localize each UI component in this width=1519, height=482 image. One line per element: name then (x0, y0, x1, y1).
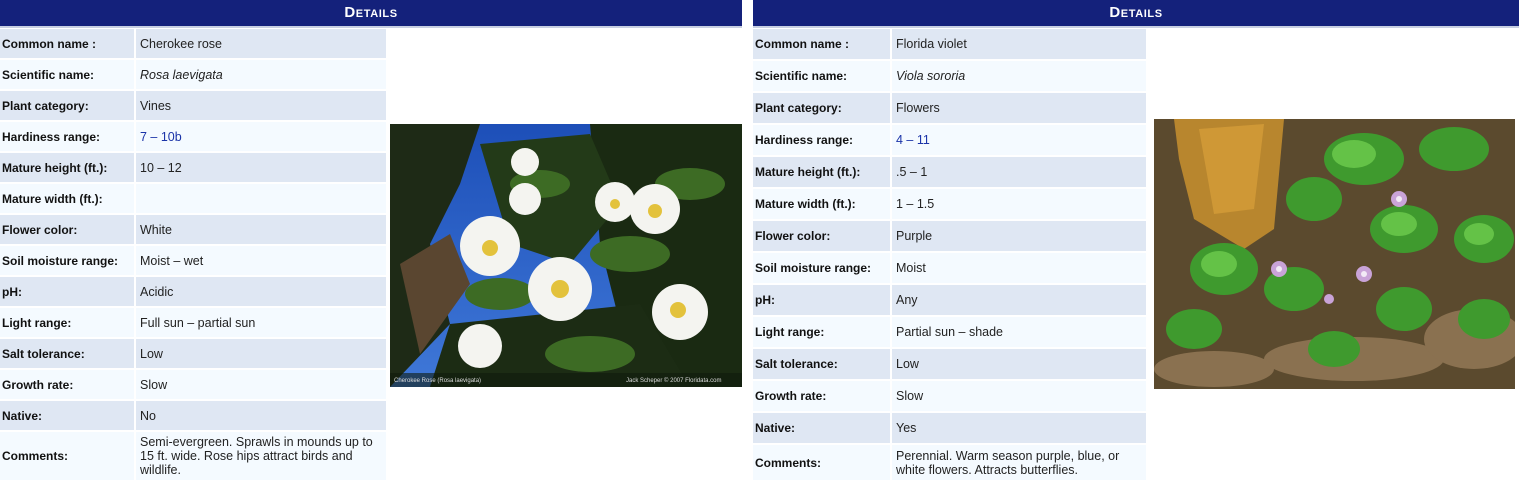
florida-violet-image (1154, 119, 1515, 389)
mature-width-ft-value (136, 184, 386, 213)
row-mature-height-ft: Mature height (ft.): .5 – 1 (753, 157, 1146, 187)
ph-value: Any (892, 285, 1146, 315)
salt-tolerance-label: Salt tolerance: (753, 349, 890, 379)
row-growth-rate: Growth rate: Slow (0, 370, 386, 399)
scientific-name-label: Scientific name: (753, 61, 890, 91)
row-hardiness-range: Hardiness range: 7 – 10b (0, 122, 386, 151)
details-table: Common name : Florida violet Scientific na… (753, 29, 1146, 482)
plant-details-panel-florida-violet: Details Common name : Florida violet Scien… (753, 0, 1519, 482)
row-mature-height-ft: Mature height (ft.): 10 – 12 (0, 153, 386, 182)
row-scientific-name: Scientific name: Viola sororia (753, 61, 1146, 91)
row-common-name: Common name : Florida violet (753, 29, 1146, 59)
mature-height-ft-value: 10 – 12 (136, 153, 386, 182)
soil-moisture-range-value: Moist – wet (136, 246, 386, 275)
common-name-label: Common name : (0, 29, 134, 58)
common-name-label: Common name : (753, 29, 890, 59)
soil-moisture-range-value: Moist (892, 253, 1146, 283)
row-plant-category: Plant category: Vines (0, 91, 386, 120)
common-name-value: Florida violet (892, 29, 1146, 59)
flower-color-label: Flower color: (753, 221, 890, 251)
comments-label: Comments: (0, 432, 134, 480)
plant-category-label: Plant category: (753, 93, 890, 123)
plant-category-value: Flowers (892, 93, 1146, 123)
ph-label: pH: (0, 277, 134, 306)
ph-value: Acidic (136, 277, 386, 306)
growth-rate-label: Growth rate: (753, 381, 890, 411)
flower-color-value: Purple (892, 221, 1146, 251)
mature-width-ft-label: Mature width (ft.): (0, 184, 134, 213)
row-native: Native: Yes (753, 413, 1146, 443)
comments-label: Comments: (753, 445, 890, 480)
row-soil-moisture-range: Soil moisture range: Moist – wet (0, 246, 386, 275)
flower-color-value: White (136, 215, 386, 244)
plant-details-panel-cherokee-rose: Details Common name : Cherokee rose Scient… (0, 0, 742, 482)
salt-tolerance-value: Low (136, 339, 386, 368)
cherokee-rose-photo: Cherokee Rose (Rosa laevigata) Jack Sche… (390, 124, 742, 387)
row-native: Native: No (0, 401, 386, 430)
light-range-label: Light range: (753, 317, 890, 347)
soil-moisture-range-label: Soil moisture range: (753, 253, 890, 283)
row-comments: Comments: Semi-evergreen. Sprawls in moun… (0, 432, 386, 480)
florida-violet-photo (1154, 119, 1515, 389)
ph-label: pH: (753, 285, 890, 315)
row-hardiness-range: Hardiness range: 4 – 11 (753, 125, 1146, 155)
plant-category-value: Vines (136, 91, 386, 120)
row-flower-color: Flower color: White (0, 215, 386, 244)
growth-rate-label: Growth rate: (0, 370, 134, 399)
mature-height-ft-label: Mature height (ft.): (753, 157, 890, 187)
comments-value: Perennial. Warm season purple, blue, or … (892, 445, 1146, 480)
light-range-value: Partial sun – shade (892, 317, 1146, 347)
row-plant-category: Plant category: Flowers (753, 93, 1146, 123)
row-growth-rate: Growth rate: Slow (753, 381, 1146, 411)
hardiness-range-label: Hardiness range: (753, 125, 890, 155)
row-light-range: Light range: Partial sun – shade (753, 317, 1146, 347)
mature-height-ft-value: .5 – 1 (892, 157, 1146, 187)
row-comments: Comments: Perennial. Warm season purple, … (753, 445, 1146, 480)
row-ph: pH: Any (753, 285, 1146, 315)
row-salt-tolerance: Salt tolerance: Low (0, 339, 386, 368)
hardiness-range-label: Hardiness range: (0, 122, 134, 151)
flower-color-label: Flower color: (0, 215, 134, 244)
salt-tolerance-label: Salt tolerance: (0, 339, 134, 368)
row-salt-tolerance: Salt tolerance: Low (753, 349, 1146, 379)
native-value: Yes (892, 413, 1146, 443)
row-flower-color: Flower color: Purple (753, 221, 1146, 251)
light-range-label: Light range: (0, 308, 134, 337)
soil-moisture-range-label: Soil moisture range: (0, 246, 134, 275)
growth-rate-value: Slow (136, 370, 386, 399)
native-label: Native: (0, 401, 134, 430)
light-range-value: Full sun – partial sun (136, 308, 386, 337)
mature-width-ft-label: Mature width (ft.): (753, 189, 890, 219)
details-table: Common name : Cherokee rose Scientific nam… (0, 29, 386, 482)
cherokee-rose-image: Cherokee Rose (Rosa laevigata) Jack Sche… (390, 124, 742, 387)
mature-width-ft-value: 1 – 1.5 (892, 189, 1146, 219)
hardiness-range-value[interactable]: 7 – 10b (136, 122, 386, 151)
details-header: Details (0, 0, 742, 28)
row-mature-width-ft: Mature width (ft.): (0, 184, 386, 213)
hardiness-range-value[interactable]: 4 – 11 (892, 125, 1146, 155)
salt-tolerance-value: Low (892, 349, 1146, 379)
native-label: Native: (753, 413, 890, 443)
row-soil-moisture-range: Soil moisture range: Moist (753, 253, 1146, 283)
mature-height-ft-label: Mature height (ft.): (0, 153, 134, 182)
scientific-name-value: Viola sororia (892, 61, 1146, 91)
scientific-name-label: Scientific name: (0, 60, 134, 89)
scientific-name-value: Rosa laevigata (136, 60, 386, 89)
common-name-value: Cherokee rose (136, 29, 386, 58)
photo-credit: Jack Scheper © 2007 Floridata.com (626, 377, 721, 384)
row-common-name: Common name : Cherokee rose (0, 29, 386, 58)
row-mature-width-ft: Mature width (ft.): 1 – 1.5 (753, 189, 1146, 219)
comments-value: Semi-evergreen. Sprawls in mounds up to … (136, 432, 386, 480)
row-ph: pH: Acidic (0, 277, 386, 306)
native-value: No (136, 401, 386, 430)
row-light-range: Light range: Full sun – partial sun (0, 308, 386, 337)
details-header: Details (753, 0, 1519, 28)
plant-category-label: Plant category: (0, 91, 134, 120)
row-scientific-name: Scientific name: Rosa laevigata (0, 60, 386, 89)
photo-caption: Cherokee Rose (Rosa laevigata) (394, 378, 481, 384)
growth-rate-value: Slow (892, 381, 1146, 411)
